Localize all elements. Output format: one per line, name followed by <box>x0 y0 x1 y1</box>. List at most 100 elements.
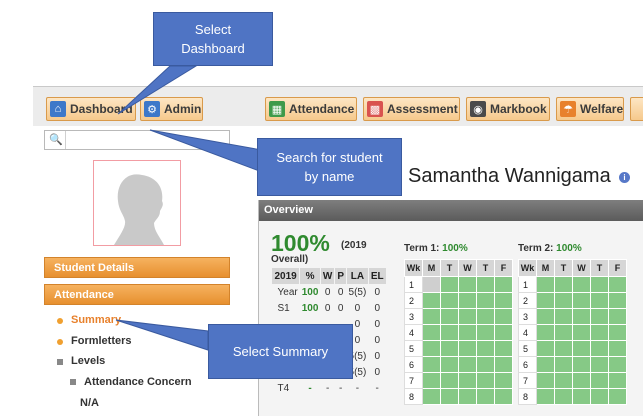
week-row: 6 <box>404 356 513 373</box>
attendance-day-cell[interactable] <box>494 324 513 341</box>
attendance-day-cell[interactable] <box>572 356 591 373</box>
attendance-day-cell[interactable] <box>494 388 513 405</box>
nav-welfare-button[interactable]: ☂ Welfare <box>556 97 624 121</box>
attendance-day-cell[interactable] <box>440 292 459 309</box>
attendance-day-cell[interactable] <box>422 308 441 325</box>
attendance-day-cell[interactable] <box>458 356 477 373</box>
attendance-day-cell[interactable] <box>458 276 477 293</box>
attendance-day-cell[interactable] <box>440 372 459 389</box>
sidebar-attendance[interactable]: Attendance <box>44 284 230 305</box>
attendance-day-cell[interactable] <box>536 340 555 357</box>
attendance-day-cell[interactable] <box>536 356 555 373</box>
attendance-day-cell[interactable] <box>608 356 627 373</box>
sidebar-item-levels[interactable]: Levels <box>71 355 105 367</box>
attendance-day-cell[interactable] <box>572 324 591 341</box>
attendance-day-cell[interactable] <box>572 340 591 357</box>
sidebar-item-formletters[interactable]: Formletters <box>71 335 132 347</box>
attendance-day-cell[interactable] <box>422 356 441 373</box>
attendance-day-cell[interactable] <box>590 324 609 341</box>
student-search-input[interactable] <box>65 131 229 149</box>
attendance-day-cell[interactable] <box>554 372 573 389</box>
nav-admin-button[interactable]: ⚙ Admin <box>140 97 203 121</box>
week-number: 8 <box>518 388 537 405</box>
attendance-day-cell[interactable] <box>608 308 627 325</box>
attendance-day-cell[interactable] <box>494 356 513 373</box>
collapse-icon[interactable] <box>57 359 63 365</box>
attendance-day-cell[interactable] <box>554 388 573 405</box>
nav-assessment-button[interactable]: ▩ Assessment <box>363 97 460 121</box>
attendance-day-cell[interactable] <box>554 356 573 373</box>
attendance-day-cell[interactable] <box>476 356 495 373</box>
attendance-day-cell[interactable] <box>458 340 477 357</box>
attendance-day-cell[interactable] <box>572 276 591 293</box>
attendance-day-cell[interactable] <box>458 372 477 389</box>
attendance-day-cell[interactable] <box>608 340 627 357</box>
attendance-day-cell[interactable] <box>572 308 591 325</box>
attendance-day-cell[interactable] <box>608 324 627 341</box>
attendance-day-cell[interactable] <box>608 292 627 309</box>
attendance-day-cell[interactable] <box>422 340 441 357</box>
attendance-day-cell[interactable] <box>554 324 573 341</box>
attendance-day-cell[interactable] <box>536 388 555 405</box>
attendance-day-cell[interactable] <box>554 308 573 325</box>
attendance-day-cell[interactable] <box>590 356 609 373</box>
attendance-day-cell[interactable] <box>608 276 627 293</box>
attendance-day-cell[interactable] <box>440 340 459 357</box>
attendance-day-cell[interactable] <box>476 372 495 389</box>
attendance-day-cell[interactable] <box>440 388 459 405</box>
collapse-icon[interactable] <box>70 379 76 385</box>
attendance-day-cell[interactable] <box>536 292 555 309</box>
attendance-day-cell[interactable] <box>590 388 609 405</box>
attendance-day-cell[interactable] <box>494 340 513 357</box>
info-icon[interactable]: i <box>619 172 630 183</box>
attendance-day-cell[interactable] <box>554 276 573 293</box>
attendance-day-cell[interactable] <box>476 340 495 357</box>
attendance-day-cell[interactable] <box>536 324 555 341</box>
week-row: 4 <box>404 324 513 341</box>
attendance-day-cell[interactable] <box>494 292 513 309</box>
sidebar-item-attendance-concern[interactable]: Attendance Concern <box>84 376 192 388</box>
sidebar-item-summary[interactable]: Summary <box>71 314 121 326</box>
attendance-day-cell[interactable] <box>458 324 477 341</box>
attendance-day-cell[interactable] <box>590 276 609 293</box>
attendance-day-cell[interactable] <box>476 388 495 405</box>
attendance-day-cell[interactable] <box>494 276 513 293</box>
attendance-day-cell[interactable] <box>422 388 441 405</box>
attendance-day-cell[interactable] <box>440 276 459 293</box>
attendance-day-cell[interactable] <box>554 340 573 357</box>
attendance-day-cell[interactable] <box>608 388 627 405</box>
attendance-day-cell[interactable] <box>476 324 495 341</box>
attendance-day-cell[interactable] <box>536 372 555 389</box>
attendance-day-cell[interactable] <box>536 276 555 293</box>
sidebar-student-details[interactable]: Student Details <box>44 257 230 278</box>
attendance-day-cell[interactable] <box>440 324 459 341</box>
attendance-day-cell[interactable] <box>608 372 627 389</box>
attendance-day-cell[interactable] <box>458 388 477 405</box>
attendance-day-cell[interactable] <box>590 372 609 389</box>
attendance-day-cell[interactable] <box>536 308 555 325</box>
nav-more-button[interactable] <box>630 97 643 121</box>
attendance-day-cell[interactable] <box>590 308 609 325</box>
attendance-day-cell[interactable] <box>440 308 459 325</box>
attendance-day-cell[interactable] <box>422 372 441 389</box>
attendance-day-cell[interactable] <box>422 276 441 293</box>
attendance-day-cell[interactable] <box>572 292 591 309</box>
attendance-day-cell[interactable] <box>458 308 477 325</box>
attendance-day-cell[interactable] <box>422 292 441 309</box>
attendance-day-cell[interactable] <box>476 292 495 309</box>
attendance-day-cell[interactable] <box>590 292 609 309</box>
attendance-day-cell[interactable] <box>572 388 591 405</box>
attendance-day-cell[interactable] <box>590 340 609 357</box>
nav-markbook-button[interactable]: ◉ Markbook <box>466 97 550 121</box>
attendance-day-cell[interactable] <box>476 276 495 293</box>
attendance-day-cell[interactable] <box>554 292 573 309</box>
attendance-day-cell[interactable] <box>440 356 459 373</box>
nav-attendance-button[interactable]: ▦ Attendance <box>265 97 357 121</box>
attendance-day-cell[interactable] <box>458 292 477 309</box>
nav-dashboard-button[interactable]: ⌂ Dashboard <box>46 97 136 121</box>
attendance-day-cell[interactable] <box>572 372 591 389</box>
attendance-day-cell[interactable] <box>422 324 441 341</box>
attendance-day-cell[interactable] <box>494 308 513 325</box>
attendance-day-cell[interactable] <box>476 308 495 325</box>
attendance-day-cell[interactable] <box>494 372 513 389</box>
